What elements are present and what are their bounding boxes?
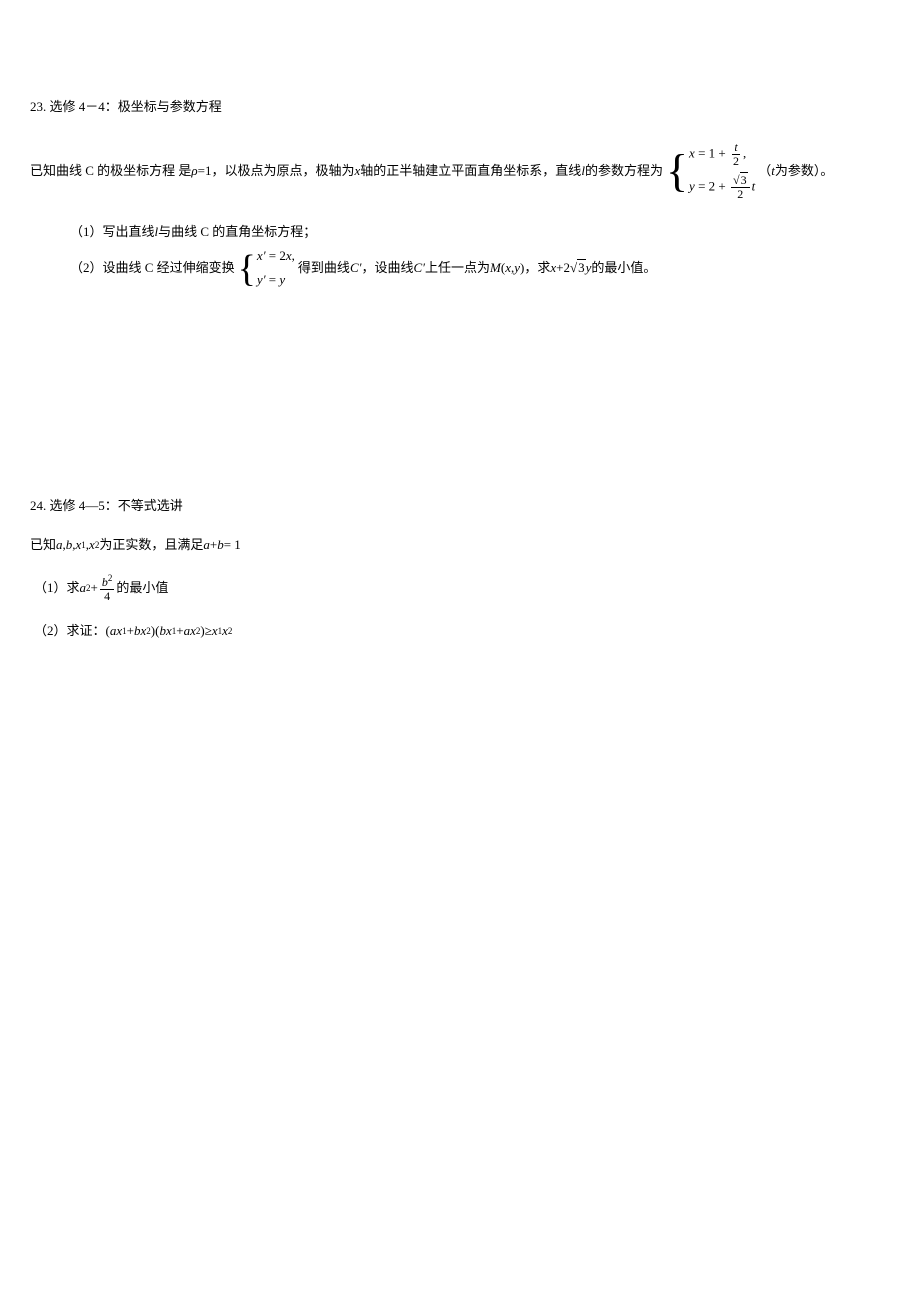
intro-text-e: 为参数）。	[775, 161, 834, 182]
intro-text-a: 已知曲线 C 的极坐标方程 是	[30, 161, 191, 182]
q2-text-c: ，设曲线	[361, 258, 413, 279]
M-var: M	[490, 258, 501, 279]
bsq-exp: 2	[108, 573, 113, 583]
problem-23-intro: 已知曲线 C 的极坐标方程 是 ρ =1，以极点为原点，极轴为 x 轴的正半轴建…	[30, 141, 890, 202]
sqrt3-body-1: 3	[740, 172, 748, 187]
y-eq-text: = 2 +	[695, 179, 729, 194]
intro-text-d: （	[758, 161, 771, 182]
xprime: x′	[257, 248, 266, 263]
cprime-1: C′	[350, 258, 362, 279]
cond-eq1: = 1	[224, 535, 241, 556]
transform-eq-x: x′ = 2x,	[257, 246, 295, 267]
problem-23-q1: （1）写出直线 l 与曲线 C 的直角坐标方程；	[30, 222, 890, 243]
problem-24-intro: 已知 a, b, x1, x2 为正实数，且满足 a + b = 1	[30, 535, 890, 556]
frac-b2-4: b2 4	[100, 574, 115, 603]
cprime-2: C′	[413, 258, 425, 279]
problem-23-q2: （2）设曲线 C 经过伸缩变换 { x′ = 2x, y′ = y 得到曲线 C…	[30, 246, 890, 291]
q2-text-b: 得到曲线	[298, 258, 350, 279]
transform-system: { x′ = 2x, y′ = y	[238, 246, 295, 291]
p24-intro-a: 已知	[30, 535, 56, 556]
yeq-text: =	[266, 272, 280, 287]
expr-plus: +	[556, 258, 563, 279]
sqrt3-body-2: 3	[577, 259, 586, 275]
q1-text-a: （1）写出直线	[70, 222, 155, 243]
q2-text-d: 上任一点为	[425, 258, 490, 279]
parametric-system: { x = 1 + t2, y = 2 + √32t	[666, 141, 755, 202]
q2-text-g: 的最小值。	[591, 258, 656, 279]
plus-2: +	[176, 621, 183, 642]
t-num: t	[734, 140, 737, 154]
brace-left-icon-2: {	[238, 250, 256, 288]
transform-eq-y: y′ = y	[257, 270, 295, 291]
plus-1: +	[127, 621, 134, 642]
brace-left-icon: {	[666, 148, 688, 194]
frac-t-2: t2	[731, 141, 741, 168]
t-var-2: t	[752, 179, 756, 194]
param-eq-x: x = 1 + t2,	[689, 141, 755, 168]
problem-24-q2: （2）求证： ( ax1 + bx2 ) ( bx1 + ax2 ) ≥ x1 …	[30, 621, 890, 642]
two-den-1: 2	[731, 155, 741, 168]
two-den-2: 2	[735, 188, 745, 201]
cond-plus: +	[210, 535, 217, 556]
problem-23-title: 23. 选修 4－4：极坐标与参数方程	[30, 97, 890, 118]
q1-text-b: 与曲线 C 的直角坐标方程；	[158, 222, 316, 243]
p24-q2-a: （2）求证：	[34, 621, 106, 642]
p24-intro-b: 为正实数，且满足	[99, 535, 203, 556]
four-den: 4	[102, 590, 112, 603]
intro-text-b: 轴的正半轴建立平面直角坐标系，直线	[360, 161, 581, 182]
p24-q1-b: 的最小值	[116, 578, 168, 599]
frac-sqrt3-2: √32	[731, 174, 750, 201]
comma-2: ,	[292, 248, 295, 263]
xeq-text: = 2	[266, 248, 286, 263]
param-eq-y: y = 2 + √32t	[689, 174, 755, 201]
plus-sq: +	[91, 578, 98, 599]
problem-24-title: 24. 选修 4—5：不等式选讲	[30, 496, 890, 517]
sqrt3-2: √3	[570, 258, 586, 279]
intro-text-eq1: =1，以极点为原点，极轴为	[198, 161, 355, 182]
ge-sym: ≥	[205, 621, 212, 642]
p24-q1-a: （1）求	[34, 578, 80, 599]
problem-24-q1: （1）求 a2 + b2 4 的最小值	[30, 574, 890, 603]
q2-text-f: )，求	[520, 258, 550, 279]
comma-1: ,	[743, 145, 746, 160]
problem-24: 24. 选修 4—5：不等式选讲 已知 a, b, x1, x2 为正实数，且满…	[30, 496, 890, 642]
rhs-sub2: 2	[228, 624, 233, 638]
intro-text-c: 的参数方程为	[585, 161, 663, 182]
q2-y: y	[279, 272, 285, 287]
x-eq-text: = 1 +	[695, 145, 729, 160]
problem-23: 23. 选修 4－4：极坐标与参数方程 已知曲线 C 的极坐标方程 是 ρ =1…	[30, 97, 890, 291]
yprime: y′	[257, 272, 266, 287]
q2-text-a: （2）设曲线 C 经过伸缩变换	[70, 258, 235, 279]
sqrt3-1: √3	[733, 174, 748, 187]
